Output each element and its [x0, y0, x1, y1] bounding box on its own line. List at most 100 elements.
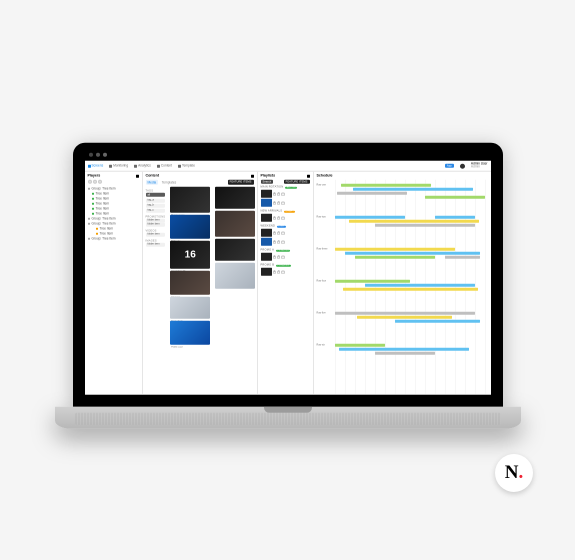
schedule-bar[interactable] [445, 256, 480, 259]
playlist-block[interactable]: PROMO BPENDING▶⚙⋯ [261, 264, 310, 276]
schedule-bar[interactable] [375, 352, 435, 355]
schedule-bar[interactable] [425, 196, 485, 199]
status-icon [92, 212, 95, 215]
nav-analytics[interactable]: Analytics [134, 164, 151, 168]
play-icon[interactable]: ▶ [273, 193, 276, 196]
content-tag[interactable]: tag_a [146, 198, 166, 202]
play-icon[interactable]: ▶ [273, 241, 276, 244]
more-icon[interactable]: ⋯ [281, 232, 284, 235]
schedule-bar[interactable] [353, 188, 473, 191]
expand-icon[interactable] [251, 175, 254, 178]
playlist-block[interactable]: PROMO APENDING▶⚙⋯ [261, 249, 310, 261]
schedule-bar[interactable] [345, 252, 480, 255]
play-icon[interactable]: ▶ [273, 217, 276, 220]
content-thumb[interactable]: 16Countdown 16 [170, 241, 210, 269]
player-filter-1[interactable] [88, 180, 92, 184]
play-icon[interactable]: ▶ [273, 232, 276, 235]
content-thumb[interactable]: Team photo [170, 297, 210, 319]
play-icon[interactable]: ▶ [273, 271, 276, 274]
schedule-bar[interactable] [337, 192, 407, 195]
content-tag[interactable]: tag_b [146, 204, 166, 208]
player-tree: Group: Tree ItemTree ItemTree ItemTree I… [88, 186, 139, 241]
schedule-bar[interactable] [355, 256, 435, 259]
schedule-bar[interactable] [341, 184, 431, 187]
play-icon[interactable]: ▶ [273, 256, 276, 259]
content-tag[interactable]: tag_c [146, 209, 166, 213]
settings-icon[interactable]: ⚙ [277, 193, 280, 196]
content-thumb[interactable] [215, 211, 255, 237]
schedule-bar[interactable] [335, 344, 385, 347]
content-tag[interactable]: all [146, 193, 166, 197]
monitor-icon [88, 164, 91, 167]
schedule-bar[interactable] [343, 288, 478, 291]
status-icon [88, 217, 91, 220]
content-folder[interactable]: folder item [146, 243, 166, 247]
nav-content[interactable]: Content [157, 164, 172, 168]
playlist-block[interactable]: MAIN ROTATIONACTIVE▶⚙⋯▶⚙⋯ [261, 186, 310, 207]
settings-icon[interactable]: ⚙ [277, 232, 280, 235]
content-thumb[interactable]: Profile card [170, 321, 210, 345]
schedule-bar[interactable] [335, 216, 405, 219]
content-title: Content [146, 174, 254, 178]
content-thumb[interactable]: Burger promo [170, 187, 210, 213]
nav-monitoring[interactable]: Monitoring [109, 164, 128, 168]
settings-icon[interactable]: ⚙ [277, 202, 280, 205]
playlist-thumb[interactable] [261, 238, 272, 246]
playlist-status-badge: LIVE [277, 225, 286, 228]
content-folder[interactable]: folder item [146, 223, 166, 227]
schedule-bar[interactable] [357, 316, 452, 319]
playlist-thumb[interactable] [261, 199, 272, 207]
schedule-bar[interactable] [335, 312, 475, 315]
schedule-bar[interactable] [435, 216, 475, 219]
schedule-bar[interactable] [365, 284, 475, 287]
player-filter-3[interactable] [98, 180, 102, 184]
more-icon[interactable]: ⋯ [281, 241, 284, 244]
playlist-block[interactable]: WEEKENDLIVE▶⚙⋯▶⚙⋯ [261, 225, 310, 246]
playlist-thumb[interactable] [261, 253, 272, 261]
playlist-block[interactable]: NEW ARRIVALSDRAFT▶⚙⋯ [261, 210, 310, 222]
user-avatar[interactable] [460, 163, 465, 168]
more-icon[interactable]: ⋯ [281, 193, 284, 196]
nav-screens[interactable]: Screens [88, 164, 104, 168]
play-icon[interactable]: ▶ [273, 202, 276, 205]
status-icon [96, 232, 99, 235]
settings-icon[interactable]: ⚙ [277, 271, 280, 274]
schedule-bar[interactable] [335, 248, 455, 251]
playlist-thumb[interactable] [261, 229, 272, 237]
more-icon[interactable]: ⋯ [281, 202, 284, 205]
feature-chip[interactable]: FEATURE ITEMS [228, 180, 254, 185]
schedule-bar[interactable] [335, 280, 410, 283]
playlists-panel: Playlists Search FEATURE ITEMS MAIN ROTA… [258, 172, 314, 394]
content-thumb[interactable]: Night city [170, 215, 210, 239]
tab-templates[interactable]: Templates [160, 180, 179, 185]
playlist-thumb[interactable] [261, 190, 272, 198]
schedule-bar[interactable] [339, 348, 469, 351]
chart-icon [134, 164, 137, 167]
schedule-bar[interactable] [349, 220, 479, 223]
tab-media[interactable]: Media [146, 180, 159, 185]
settings-icon[interactable]: ⚙ [277, 217, 280, 220]
schedule-bar[interactable] [395, 320, 480, 323]
more-icon[interactable]: ⋯ [281, 217, 284, 220]
settings-icon[interactable]: ⚙ [277, 256, 280, 259]
expand-icon[interactable] [136, 175, 139, 178]
content-thumb[interactable] [215, 263, 255, 289]
content-folder[interactable]: folder item [146, 233, 166, 237]
settings-icon[interactable]: ⚙ [277, 241, 280, 244]
content-thumb[interactable] [215, 187, 255, 209]
content-thumb[interactable]: Interview [170, 271, 210, 295]
user-info: Admin User Admin [471, 163, 488, 169]
schedule-gantt[interactable]: Row oneRow twoRow threeRow fourRow fiveR… [335, 180, 488, 394]
more-icon[interactable]: ⋯ [281, 256, 284, 259]
tree-item[interactable]: Group: Tree Item [88, 236, 139, 241]
playlist-thumb[interactable] [261, 214, 272, 222]
content-thumb[interactable] [215, 239, 255, 261]
more-icon[interactable]: ⋯ [281, 271, 284, 274]
player-filter-2[interactable] [93, 180, 97, 184]
expand-icon[interactable] [307, 175, 310, 178]
nav-template[interactable]: Template [178, 164, 195, 168]
playlist-search[interactable]: Search [261, 180, 274, 184]
feature-chip[interactable]: FEATURE ITEMS [284, 180, 310, 184]
playlist-thumb[interactable] [261, 268, 272, 276]
schedule-bar[interactable] [375, 224, 475, 227]
